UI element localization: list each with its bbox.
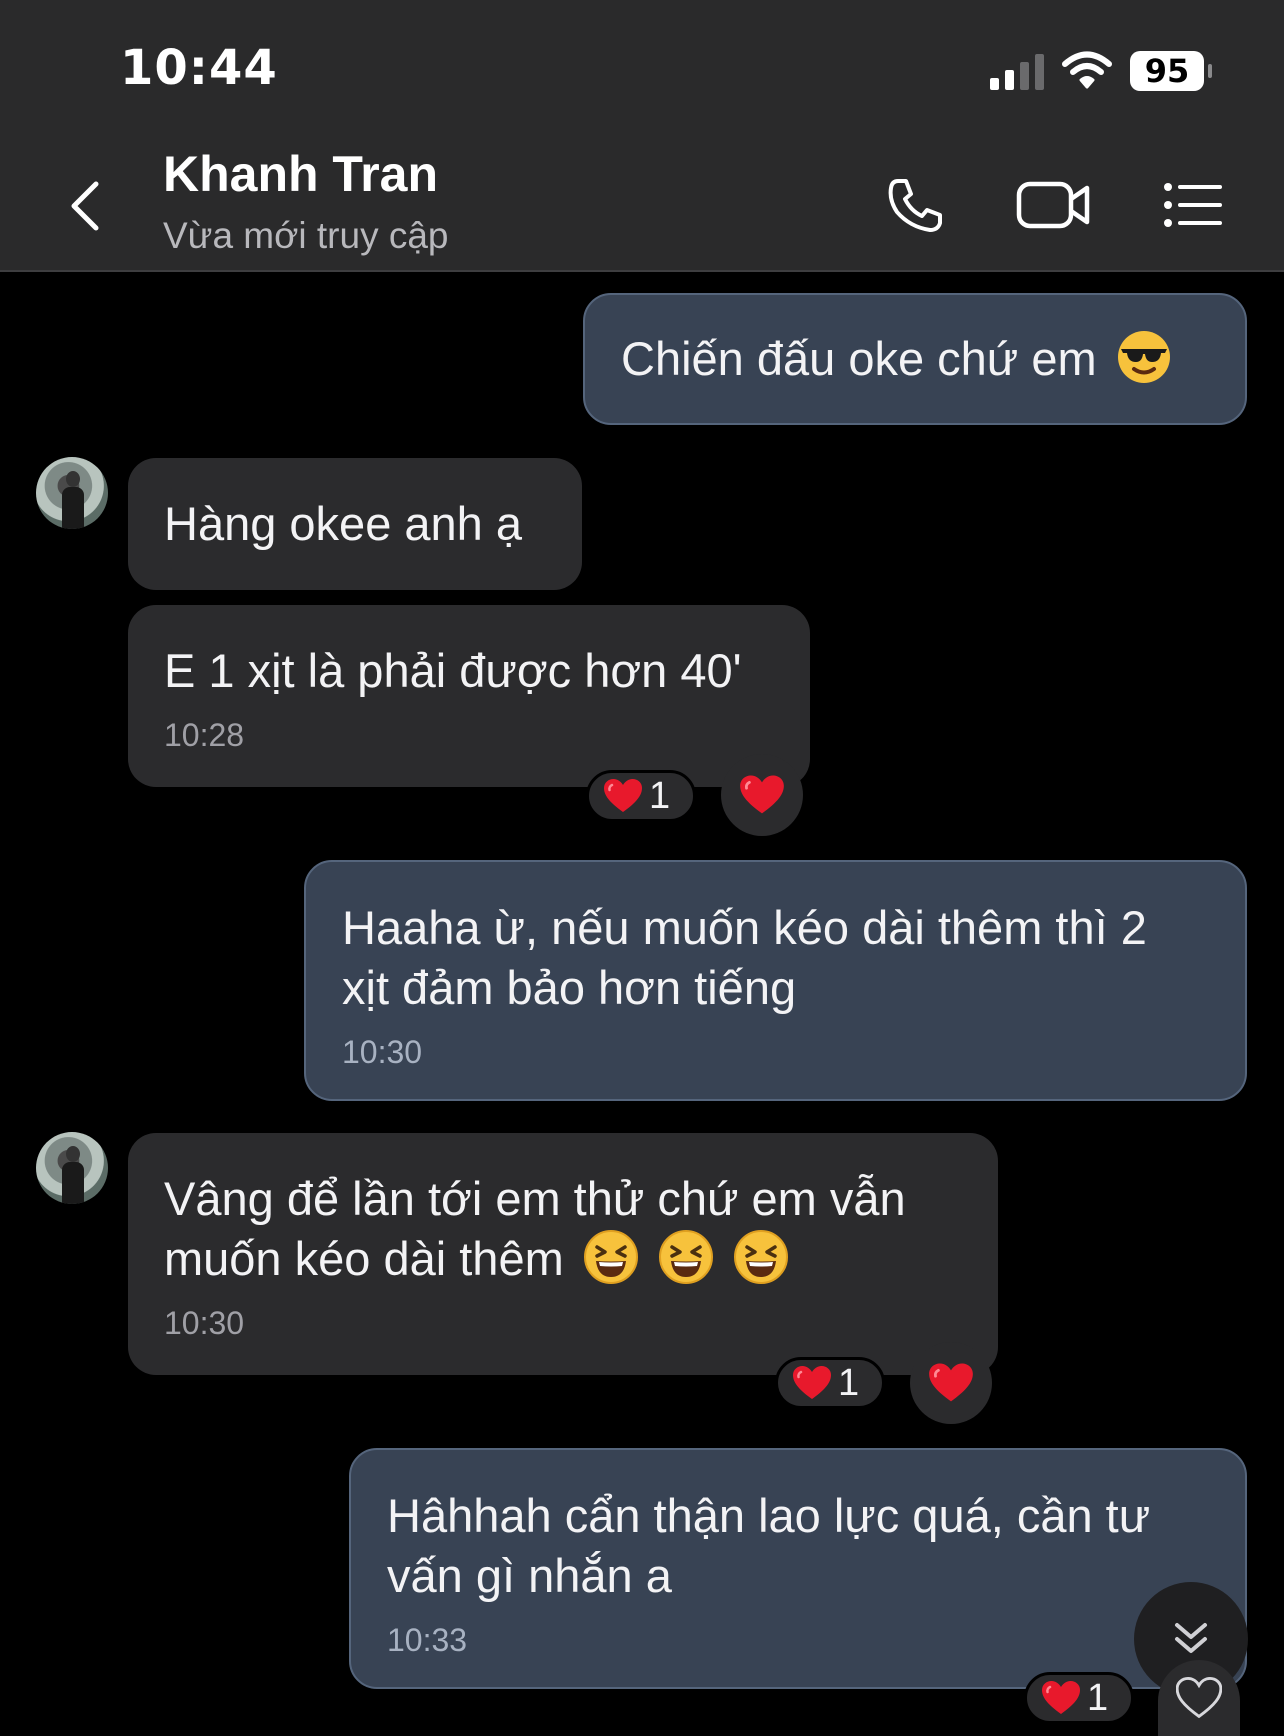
reaction-summary[interactable]: 1	[586, 770, 696, 822]
message-time: 10:33	[387, 1622, 468, 1658]
message-text: E 1 xịt là phải được hơn 40'	[164, 644, 742, 697]
back-chevron-icon[interactable]	[62, 176, 112, 236]
react-heart-button[interactable]	[910, 1342, 992, 1424]
message-time: 10:28	[164, 717, 245, 753]
status-icons: 95	[990, 48, 1212, 94]
laughing-emoji-icon	[658, 1229, 714, 1285]
message-text-line: vấn gì nhắn a	[387, 1549, 672, 1602]
reaction-count: 1	[649, 774, 671, 817]
double-chevron-down-icon	[1175, 1623, 1207, 1653]
message-bubble-outgoing[interactable]: Chiến đấu oke chứ em	[583, 293, 1247, 425]
message-text-line: Vâng để lần tới em thử chứ em vẫn	[164, 1172, 906, 1225]
message-bubble-incoming[interactable]: E 1 xịt là phải được hơn 40' 10:28	[128, 605, 810, 787]
message-bubble-outgoing[interactable]: Hâhhah cẩn thận lao lực quá, cần tư vấn …	[349, 1448, 1247, 1689]
heart-icon	[928, 1362, 974, 1404]
contact-status: Vừa mới truy cập	[163, 215, 449, 256]
video-call-icon[interactable]	[1016, 175, 1092, 235]
react-heart-outline-button[interactable]	[1158, 1660, 1240, 1736]
message-text-line: xịt đảm bảo hơn tiếng	[342, 961, 797, 1014]
menu-list-icon[interactable]	[1160, 175, 1224, 235]
heart-icon	[603, 778, 643, 814]
chat-header: 10:44 95 Khanh Tran Vừa mới truy cập	[0, 0, 1284, 272]
heart-icon	[792, 1365, 832, 1401]
wifi-icon	[1062, 51, 1112, 89]
cellular-signal-icon	[990, 52, 1044, 90]
phone-icon[interactable]	[884, 175, 948, 235]
reaction-summary[interactable]: 1	[775, 1357, 885, 1409]
sunglasses-emoji-icon	[1117, 331, 1170, 383]
message-text-line: muốn kéo dài thêm	[164, 1232, 564, 1285]
message-time: 10:30	[164, 1305, 245, 1341]
react-heart-button[interactable]	[721, 754, 803, 836]
heart-icon	[739, 774, 785, 816]
reaction-count: 1	[1087, 1676, 1109, 1719]
message-text-line: Haaha ừ, nếu muốn kéo dài thêm thì 2	[342, 901, 1147, 954]
message-time: 10:30	[342, 1034, 423, 1070]
laughing-emoji-icon	[733, 1229, 789, 1285]
contact-avatar[interactable]	[36, 1132, 108, 1204]
reaction-count: 1	[838, 1361, 860, 1404]
message-bubble-incoming[interactable]: Hàng okee anh ạ	[128, 458, 582, 590]
contact-name[interactable]: Khanh Tran	[163, 145, 438, 203]
heart-outline-icon	[1176, 1677, 1222, 1719]
message-text: Chiến đấu oke chứ em	[621, 332, 1097, 385]
message-text-line: Hâhhah cẩn thận lao lực quá, cần tư	[387, 1489, 1151, 1542]
heart-icon	[1041, 1680, 1081, 1716]
message-text: Hàng okee anh ạ	[164, 497, 523, 550]
laughing-emoji-icon	[583, 1229, 639, 1285]
contact-avatar[interactable]	[36, 457, 108, 529]
status-time: 10:44	[120, 40, 278, 96]
reaction-summary[interactable]: 1	[1024, 1672, 1134, 1724]
battery-indicator: 95	[1130, 51, 1212, 91]
message-bubble-outgoing[interactable]: Haaha ừ, nếu muốn kéo dài thêm thì 2 xịt…	[304, 860, 1247, 1101]
message-bubble-incoming[interactable]: Vâng để lần tới em thử chứ em vẫn muốn k…	[128, 1133, 998, 1375]
